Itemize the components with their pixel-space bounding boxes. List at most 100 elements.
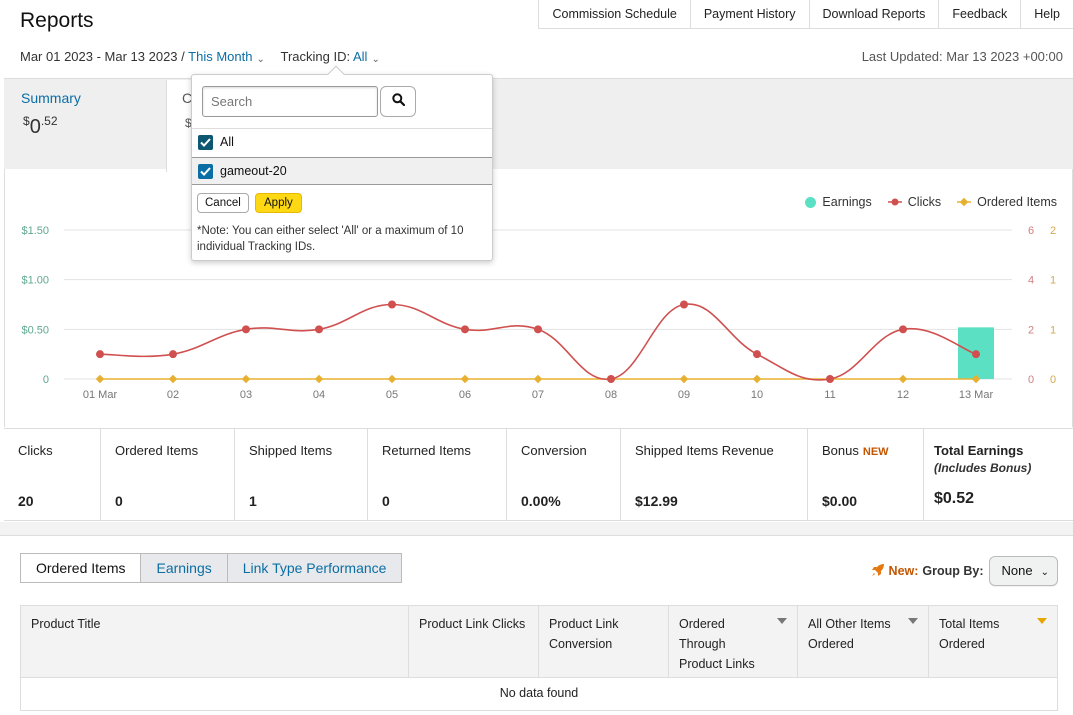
bonus-label: Bonus bbox=[822, 443, 859, 458]
search-button[interactable] bbox=[380, 86, 416, 117]
column-label: Product Link Clicks bbox=[419, 617, 526, 631]
chevron-down-icon: ⌄ bbox=[256, 54, 265, 65]
nav-commission-schedule[interactable]: Commission Schedule bbox=[538, 0, 690, 29]
column-total-items-ordered[interactable]: Total Items Ordered bbox=[929, 606, 1057, 677]
summary-title: Summary bbox=[21, 90, 81, 106]
stat-total-earnings: Total Earnings (Includes Bonus) $0.52 bbox=[924, 429, 1073, 520]
group-by-label: Group By: bbox=[922, 564, 984, 578]
tracking-id-dropdown[interactable]: Tracking ID: All ⌄ bbox=[280, 49, 380, 65]
report-header: Reports Commission Schedule Payment Hist… bbox=[0, 0, 1073, 80]
checkbox-checked-icon[interactable] bbox=[198, 134, 213, 150]
stat-label: Returned Items bbox=[382, 443, 471, 458]
summary-whole: 0 bbox=[29, 116, 41, 138]
empty-table-message: No data found bbox=[499, 686, 579, 700]
stats-strip: Clicks 20 Ordered Items 0 Shipped Items 1 R… bbox=[4, 428, 1073, 521]
chevron-down-icon: ⌄ bbox=[371, 54, 380, 65]
chart-legend: Earnings Clicks Ordered Items bbox=[805, 195, 1057, 209]
stat-label: Ordered Items bbox=[115, 443, 199, 458]
sort-active-icon[interactable] bbox=[1037, 618, 1047, 624]
stat-conversion: Conversion 0.00% bbox=[507, 429, 621, 520]
stat-value: 20 bbox=[18, 493, 34, 509]
new-label: New: bbox=[888, 564, 919, 578]
nav-payment-history[interactable]: Payment History bbox=[689, 0, 809, 29]
ordered-line-icon bbox=[957, 197, 972, 207]
tab-earnings[interactable]: Earnings bbox=[140, 553, 228, 583]
tracking-search-input[interactable] bbox=[202, 86, 378, 117]
option-label: All bbox=[220, 135, 234, 149]
stat-value: $12.99 bbox=[635, 493, 678, 509]
stat-value: 0 bbox=[115, 493, 123, 509]
top-nav: Commission Schedule Payment History Down… bbox=[538, 0, 1073, 29]
stat-value: 0.00% bbox=[521, 493, 561, 509]
nav-download-reports[interactable]: Download Reports bbox=[808, 0, 939, 29]
column-ordered-through-links[interactable]: Ordered Through Product Links bbox=[669, 606, 798, 677]
report-tabs: Ordered Items Earnings Link Type Perform… bbox=[20, 553, 403, 583]
stat-sublabel: (Includes Bonus) bbox=[934, 461, 1032, 475]
stat-label: Clicks bbox=[18, 443, 53, 458]
stat-clicks: Clicks 20 bbox=[4, 429, 101, 520]
rocket-icon bbox=[871, 563, 885, 580]
summary-value: $0.52 bbox=[23, 114, 58, 139]
legend-clicks-label: Clicks bbox=[907, 195, 942, 209]
stat-value: $0.00 bbox=[822, 493, 858, 509]
date-filter-row: Mar 01 2023 - Mar 13 2023 / This Month ⌄ … bbox=[20, 49, 380, 65]
nav-feedback[interactable]: Feedback bbox=[938, 0, 1021, 29]
stat-label: Shipped Items bbox=[249, 443, 333, 458]
legend-clicks[interactable]: Clicks bbox=[887, 195, 942, 209]
stat-shipped-revenue: Shipped Items Revenue $12.99 bbox=[621, 429, 808, 520]
section-divider bbox=[0, 522, 1073, 536]
new-badge: NEW bbox=[862, 446, 889, 458]
group-by-select[interactable]: None ⌄ bbox=[988, 556, 1058, 586]
column-all-other-items[interactable]: All Other Items Ordered bbox=[798, 606, 929, 677]
sort-icon[interactable] bbox=[777, 618, 787, 624]
period-label: This Month bbox=[188, 49, 253, 64]
apply-button[interactable]: Apply bbox=[255, 193, 302, 213]
column-product-title[interactable]: Product Title bbox=[21, 606, 409, 677]
column-label: Ordered Through Product Links bbox=[679, 617, 755, 671]
cancel-button[interactable]: Cancel bbox=[197, 193, 249, 213]
period-dropdown[interactable]: This Month ⌄ bbox=[188, 49, 265, 65]
checkbox-checked-icon[interactable] bbox=[198, 163, 213, 179]
currency-symbol: $ bbox=[23, 114, 30, 128]
column-product-link-conversion[interactable]: Product Link Conversion bbox=[539, 606, 669, 677]
stat-label: Shipped Items Revenue bbox=[635, 443, 774, 458]
summary-cents: .52 bbox=[40, 114, 58, 128]
stat-label: Bonus NEW bbox=[822, 443, 889, 458]
stat-label: Total Earnings bbox=[934, 443, 1024, 458]
nav-help[interactable]: Help bbox=[1020, 0, 1073, 29]
stat-ordered-items: Ordered Items 0 bbox=[101, 429, 235, 520]
tab-link-type-performance[interactable]: Link Type Performance bbox=[226, 553, 403, 583]
stat-bonus: Bonus NEW $0.00 bbox=[808, 429, 924, 520]
table-header: Product Title Product Link Clicks Produc… bbox=[21, 606, 1057, 678]
summary-card[interactable]: Summary $0.52 bbox=[4, 80, 166, 169]
option-gameout-20[interactable]: gameout-20 bbox=[192, 157, 492, 185]
column-product-link-clicks[interactable]: Product Link Clicks bbox=[409, 606, 539, 677]
column-label: All Other Items Ordered bbox=[808, 617, 891, 651]
tab-ordered-items[interactable]: Ordered Items bbox=[20, 553, 142, 583]
stat-value: 0 bbox=[382, 493, 390, 509]
tracking-value: All bbox=[352, 49, 368, 64]
group-by: New: Group By: None ⌄ bbox=[871, 556, 1058, 586]
stat-value: $0.52 bbox=[934, 490, 975, 507]
tracking-label: Tracking ID: bbox=[280, 49, 351, 64]
option-all[interactable]: All bbox=[192, 128, 492, 156]
option-label: gameout-20 bbox=[220, 164, 287, 178]
column-label: Total Items Ordered bbox=[939, 617, 1000, 651]
column-label: Product Link Conversion bbox=[549, 617, 619, 651]
popup-note: *Note: You can either select 'All' or a … bbox=[197, 225, 464, 253]
clicks-line-icon bbox=[887, 197, 902, 207]
ordered-items-table: Product Title Product Link Clicks Produc… bbox=[20, 605, 1058, 711]
stat-label: Conversion bbox=[521, 443, 587, 458]
legend-ordered-items[interactable]: Ordered Items bbox=[957, 195, 1057, 209]
group-by-value: None bbox=[1001, 563, 1033, 578]
stat-value: 1 bbox=[249, 493, 257, 509]
legend-ordered-label: Ordered Items bbox=[977, 195, 1057, 209]
column-label: Product Title bbox=[31, 617, 101, 631]
date-range-text: Mar 01 2023 - Mar 13 2023 / bbox=[20, 49, 185, 64]
legend-earnings[interactable]: Earnings bbox=[805, 195, 872, 209]
earnings-dot-icon bbox=[805, 196, 817, 208]
sort-icon[interactable] bbox=[908, 618, 918, 624]
legend-earnings-label: Earnings bbox=[822, 195, 872, 209]
page-title: Reports bbox=[20, 9, 94, 32]
search-icon bbox=[391, 92, 405, 111]
